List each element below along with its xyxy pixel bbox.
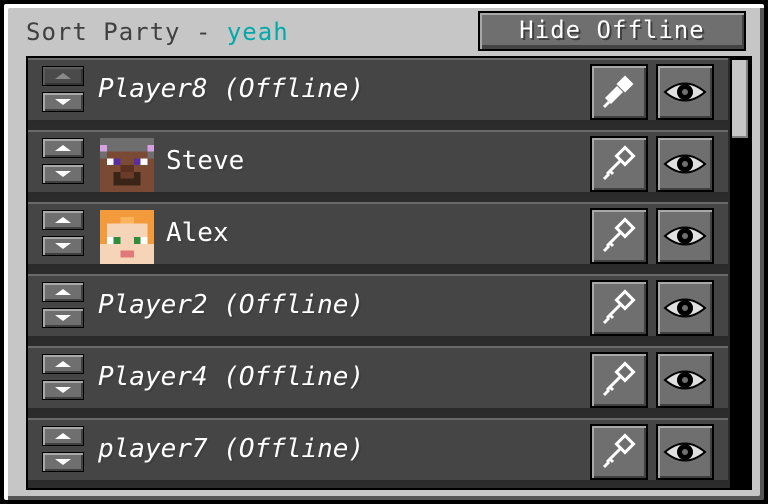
- move-down-button[interactable]: [42, 308, 84, 328]
- visibility-button[interactable]: [656, 352, 714, 408]
- visibility-button[interactable]: [656, 136, 714, 192]
- pin-button[interactable]: [590, 424, 648, 480]
- player-row: Player8 (Offline): [28, 58, 728, 122]
- party-name: yeah: [226, 18, 289, 46]
- visibility-button[interactable]: [656, 64, 714, 120]
- player-row: Player2 (Offline): [28, 274, 728, 338]
- move-up-button[interactable]: [42, 282, 84, 302]
- arrow-down-icon: [55, 99, 71, 105]
- player-name: Alex: [166, 218, 229, 248]
- player-row: Steve: [28, 130, 728, 194]
- player-name: Player8 (Offline): [98, 74, 365, 104]
- player-list: Player8 (Offline) Steve Alex Player2 (Offli…: [26, 56, 752, 490]
- move-down-button[interactable]: [42, 380, 84, 400]
- sort-party-window: Sort Party - yeah Hide Offline Player8 (…: [0, 0, 768, 504]
- move-down-button[interactable]: [42, 452, 84, 472]
- arrow-up-icon: [55, 433, 71, 439]
- pin-button[interactable]: [590, 136, 648, 192]
- pin-button[interactable]: [590, 208, 648, 264]
- visibility-button[interactable]: [656, 424, 714, 480]
- move-up-button[interactable]: [42, 210, 84, 230]
- move-up-button[interactable]: [42, 354, 84, 374]
- arrow-down-icon: [55, 387, 71, 393]
- arrow-down-icon: [55, 243, 71, 249]
- scrollbar-thumb[interactable]: [732, 60, 748, 138]
- pin-button[interactable]: [590, 352, 648, 408]
- visibility-button[interactable]: [656, 208, 714, 264]
- player-name: player7 (Offline): [98, 434, 365, 464]
- move-up-button[interactable]: [42, 138, 84, 158]
- pin-button[interactable]: [590, 280, 648, 336]
- arrow-up-icon: [55, 145, 71, 151]
- player-name: Player4 (Offline): [98, 362, 365, 392]
- player-row: Alex: [28, 202, 728, 266]
- window-title: Sort Party - yeah: [26, 18, 289, 46]
- move-up-button[interactable]: [42, 426, 84, 446]
- arrow-up-icon: [55, 73, 71, 79]
- player-row: Player4 (Offline): [28, 346, 728, 410]
- move-down-button[interactable]: [42, 164, 84, 184]
- scrollbar[interactable]: [730, 58, 750, 488]
- arrow-up-icon: [55, 217, 71, 223]
- player-name: Steve: [166, 146, 245, 176]
- move-up-button[interactable]: [42, 66, 84, 86]
- arrow-down-icon: [55, 459, 71, 465]
- arrow-up-icon: [55, 361, 71, 367]
- player-row: player7 (Offline): [28, 418, 728, 482]
- player-name: Player2 (Offline): [98, 290, 365, 320]
- arrow-down-icon: [55, 315, 71, 321]
- pin-button[interactable]: [590, 64, 648, 120]
- move-down-button[interactable]: [42, 236, 84, 256]
- move-down-button[interactable]: [42, 92, 84, 112]
- arrow-up-icon: [55, 289, 71, 295]
- visibility-button[interactable]: [656, 280, 714, 336]
- title-prefix: Sort Party -: [26, 18, 227, 46]
- hide-offline-button[interactable]: Hide Offline: [478, 11, 746, 51]
- arrow-down-icon: [55, 171, 71, 177]
